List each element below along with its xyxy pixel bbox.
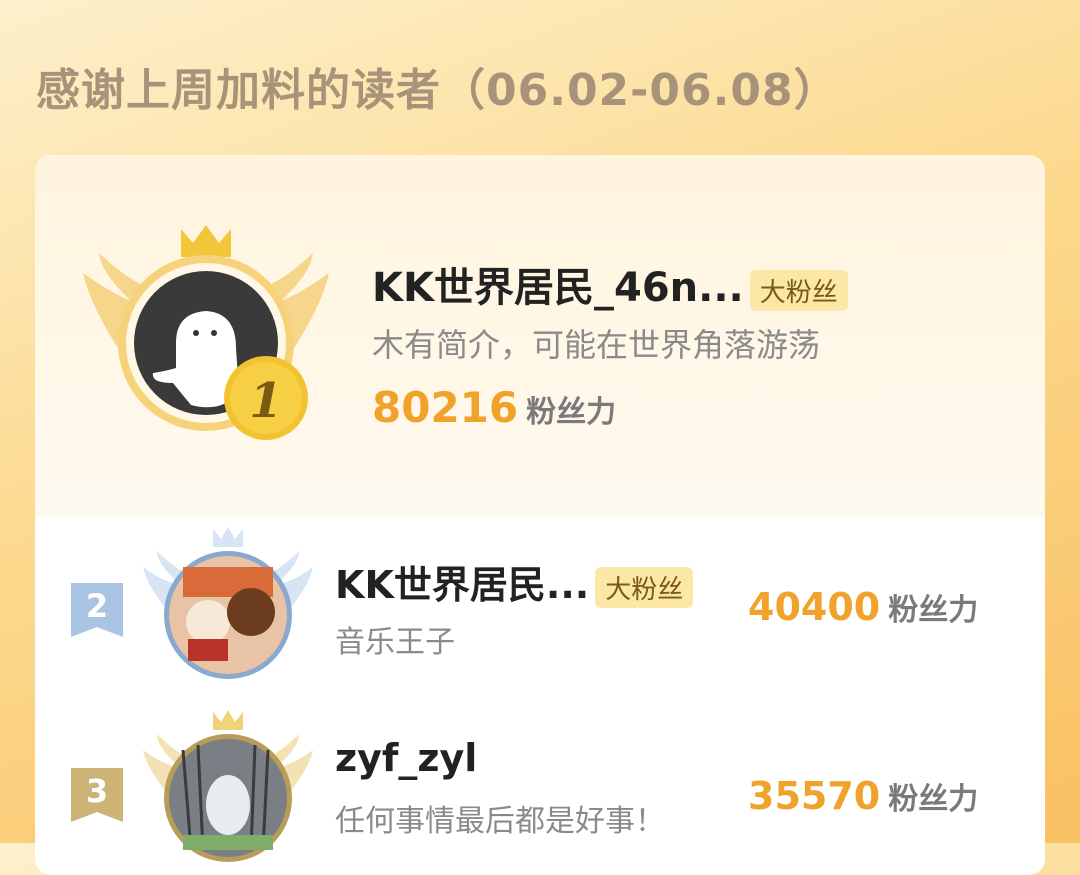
big-fan-badge: 大粉丝: [595, 567, 694, 608]
big-fan-badge: 大粉丝: [749, 269, 848, 311]
user-bio: 任何事情最后都是好事！: [335, 804, 665, 839]
rank-3-flag: 3: [71, 768, 123, 822]
crown-icon: [213, 710, 243, 730]
rank-1-medal: 1: [224, 356, 308, 440]
rank-2-flag: 2: [71, 583, 123, 637]
page-title: 感谢上周加料的读者（06.02-06.08）: [36, 65, 839, 116]
leader-bio: 木有简介，可能在世界角落游荡: [372, 326, 821, 364]
crown-icon: [213, 527, 243, 547]
svg-text:1: 1: [249, 373, 282, 429]
leader-name-text[interactable]: KK世界居民_46n...: [372, 265, 744, 311]
leader-score: 80216 粉丝力: [372, 383, 616, 432]
user-name-text[interactable]: zyf_zyl: [335, 736, 477, 780]
user-score: 40400 粉丝力: [748, 585, 978, 629]
user-score-value: 40400: [748, 585, 881, 629]
user-avatar[interactable]: [143, 527, 313, 687]
user-score-unit: 粉丝力: [888, 593, 979, 628]
user-score: 35570 粉丝力: [748, 774, 978, 818]
user-name-text[interactable]: KK世界居民...: [335, 563, 589, 607]
user-avatar[interactable]: [143, 710, 313, 870]
user-score-value: 35570: [748, 774, 881, 818]
list-item[interactable]: 2 KK世界居民... 大粉丝 音乐王子 40400 粉丝力: [35, 527, 1045, 687]
leader-panel[interactable]: 1 KK世界居民_46n... 大粉丝 木有简介，可能在世界角落游荡 80216 粉…: [35, 155, 1045, 517]
leader-avatar[interactable]: 1: [81, 223, 331, 453]
leader-score-unit: 粉丝力: [526, 395, 617, 430]
leader-score-value: 80216: [372, 383, 519, 432]
user-name[interactable]: zyf_zyl: [335, 736, 477, 780]
user-name[interactable]: KK世界居民... 大粉丝: [335, 554, 694, 609]
user-bio: 音乐王子: [335, 625, 455, 660]
crown-icon: [181, 225, 231, 257]
user-score-unit: 粉丝力: [888, 782, 979, 817]
list-item[interactable]: 3 zyf_zyl 任何事情最后都是好事！ 35570 粉丝力: [35, 710, 1045, 870]
ranking-card: 1 KK世界居民_46n... 大粉丝 木有简介，可能在世界角落游荡 80216 粉…: [35, 155, 1045, 875]
leader-name[interactable]: KK世界居民_46n... 大粉丝: [372, 255, 848, 313]
